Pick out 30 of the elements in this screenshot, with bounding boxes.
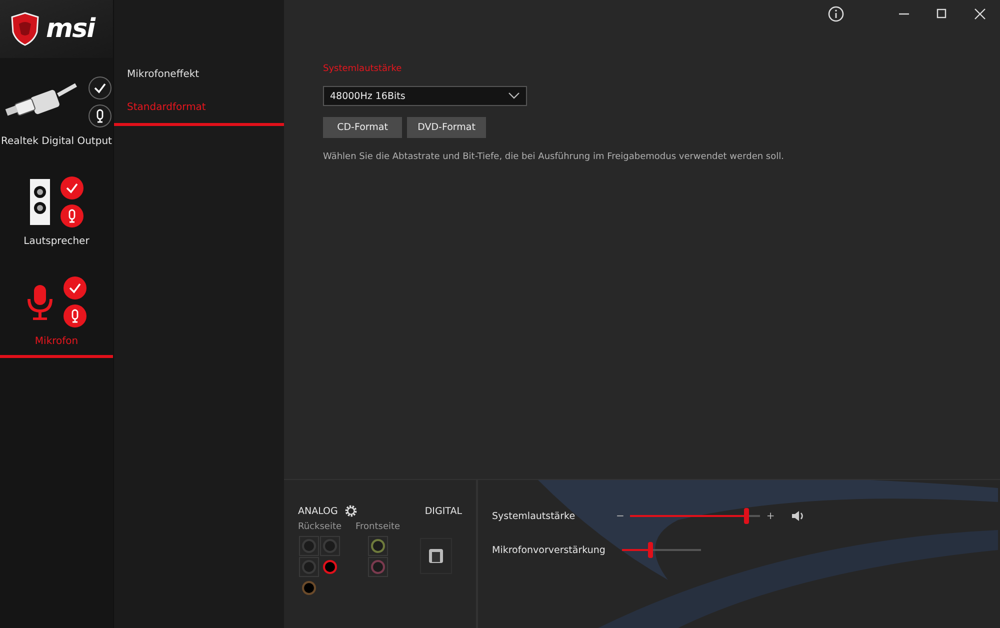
device-item[interactable]: Realtek Digital Output	[0, 58, 113, 158]
digital-label: DIGITAL	[424, 506, 462, 516]
device-item[interactable]: Lautsprecher	[0, 158, 113, 258]
menu-tab[interactable]: Mikrofoneffekt	[114, 58, 284, 91]
optical-port[interactable]	[420, 538, 452, 574]
chevron-down-icon	[508, 92, 520, 100]
slider-label: Systemlautstärke	[492, 510, 576, 522]
close-icon	[974, 8, 986, 20]
maximize-icon	[936, 8, 948, 20]
speaker-volume-icon	[790, 510, 805, 522]
shield-icon	[10, 12, 40, 46]
slider-thumb[interactable]	[648, 542, 653, 558]
optical-port-icon	[428, 548, 444, 564]
format-dropdown[interactable]: 48000Hz 16Bits	[323, 86, 527, 106]
settings-icon	[344, 504, 358, 518]
speaker-icon	[30, 179, 50, 225]
section-heading: Systemlautstärke	[323, 64, 402, 74]
rear-label: Rückseite	[298, 522, 342, 532]
microphone-icon	[26, 284, 52, 320]
slider-label: Mikrofonvorverstärkung	[492, 544, 606, 556]
minus-label: −	[616, 510, 624, 522]
description-text: Wählen Sie die Abtastrate und Bit-Tiefe, die bei Ausführung im Freigabemodus verwendet werden soll.	[323, 152, 784, 162]
front-label: Frontseite	[356, 522, 400, 532]
format-button[interactable]: DVD-Format	[407, 117, 486, 138]
slider-thumb[interactable]	[744, 508, 750, 524]
analog-label: ANALOG	[298, 506, 338, 516]
info-icon	[828, 6, 844, 22]
logo-text: msi	[46, 14, 94, 44]
format-button[interactable]: CD-Format	[323, 117, 402, 138]
plus-label: +	[766, 510, 775, 522]
